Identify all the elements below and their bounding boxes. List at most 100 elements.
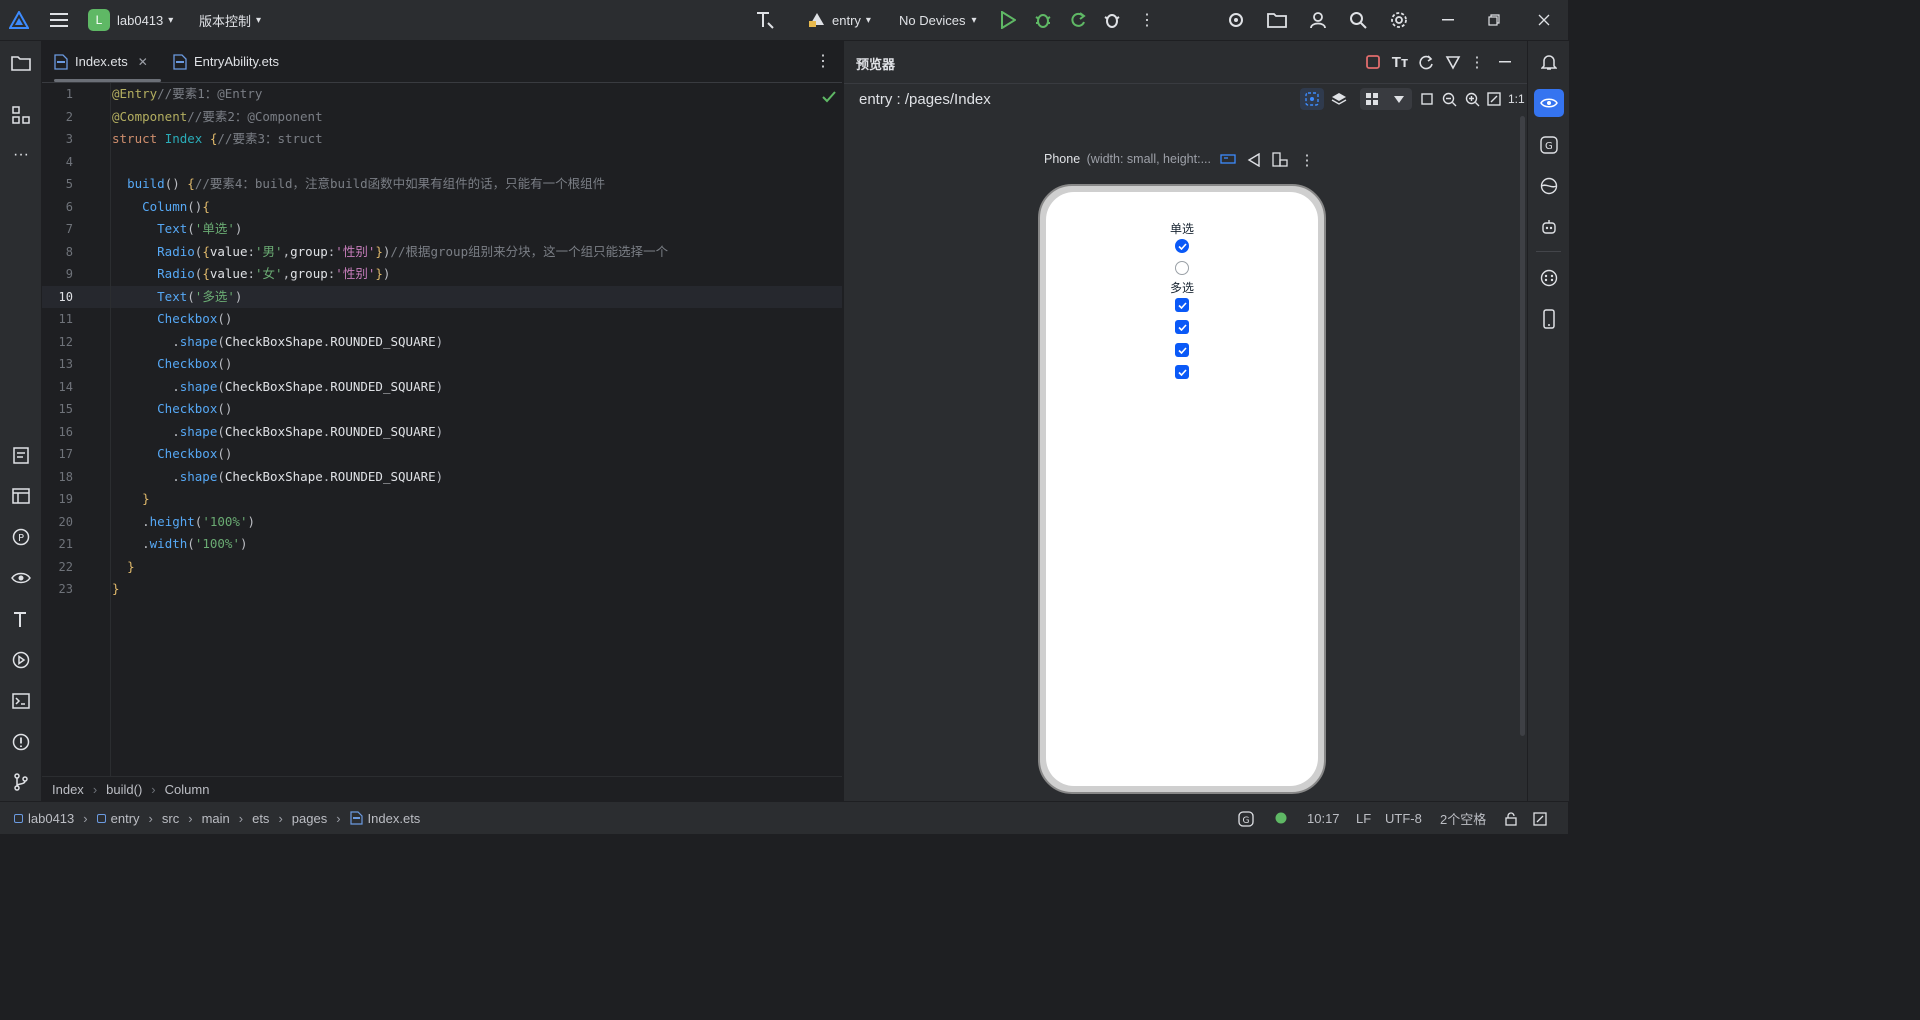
tab-options-icon[interactable]: ⋮ [814, 51, 832, 71]
device-selector[interactable]: No Devices ▾ [899, 0, 977, 40]
close-tab-icon[interactable]: ✕ [138, 55, 148, 69]
checkbox-4[interactable] [1175, 365, 1189, 379]
close-window-icon[interactable] [1534, 10, 1554, 30]
project-view-folder-icon[interactable] [10, 53, 32, 73]
refresh-preview-icon[interactable] [1416, 52, 1436, 72]
debug-icon[interactable] [1033, 10, 1053, 30]
fit-screen-icon[interactable] [1417, 88, 1437, 110]
tab-index-ets[interactable]: Index.ets ✕ [54, 41, 148, 82]
line-separator[interactable]: LF [1356, 802, 1371, 834]
search-icon[interactable] [1348, 10, 1368, 30]
todo-icon[interactable] [10, 445, 32, 465]
path-item[interactable]: Index.ets [368, 811, 421, 826]
code-line[interactable]: @Component//要素2：@Component [112, 106, 323, 128]
device-options-icon[interactable]: ⋮ [1300, 151, 1315, 169]
git-branch-icon[interactable] [10, 772, 32, 792]
apply-changes-icon[interactable] [1068, 10, 1088, 30]
assistant-robot-icon[interactable] [1538, 216, 1560, 238]
checkbox-2[interactable] [1175, 320, 1189, 334]
path-item[interactable]: pages [292, 811, 327, 826]
inspector-icon[interactable] [1443, 52, 1463, 72]
preview-scrollbar[interactable] [1520, 116, 1525, 736]
rotate-device-icon[interactable] [1270, 151, 1290, 169]
minimize-window-icon[interactable] [1438, 10, 1458, 30]
code-line[interactable]: .shape(CheckBoxShape.ROUNDED_SQUARE) [112, 376, 443, 398]
device-manager-icon[interactable] [1226, 10, 1246, 30]
stop-preview-icon[interactable] [1364, 53, 1382, 71]
actual-size-icon[interactable] [1484, 88, 1504, 110]
layout-inspector-icon[interactable] [10, 486, 32, 506]
breadcrumb-item[interactable]: build() [106, 782, 142, 797]
back-triangle-icon[interactable] [1244, 151, 1264, 169]
code-line[interactable]: Checkbox() [112, 308, 232, 330]
preview-eye-icon[interactable] [10, 568, 32, 588]
run-tool-icon[interactable] [10, 650, 32, 670]
project-folder-icon[interactable] [1266, 10, 1288, 30]
previewer-toggle[interactable] [1534, 89, 1564, 117]
path-item[interactable]: lab0413 [28, 811, 74, 826]
previewer-options-icon[interactable]: ⋮ [1470, 52, 1485, 72]
path-item[interactable]: entry [111, 811, 140, 826]
build-tool-icon[interactable] [10, 609, 32, 629]
codegenie-icon[interactable]: G [1538, 134, 1560, 156]
zoom-in-icon[interactable] [1462, 88, 1482, 110]
breadcrumb-item[interactable]: Index [52, 782, 84, 797]
notifications-bell-icon[interactable] [1538, 51, 1560, 73]
problems-icon[interactable] [10, 732, 32, 752]
zoom-out-icon[interactable] [1439, 88, 1459, 110]
build-hammer-icon[interactable] [753, 9, 777, 31]
memory-indicator-icon[interactable] [1532, 811, 1548, 827]
code-line[interactable]: Checkbox() [112, 443, 232, 465]
component-tree-toggle[interactable] [1300, 88, 1324, 110]
path-item[interactable]: src [162, 811, 179, 826]
code-line[interactable]: build() {//要素4：build，注意build函数中如果有组件的话，只… [112, 173, 605, 195]
code-line[interactable]: .shape(CheckBoxShape.ROUNDED_SQUARE) [112, 421, 443, 443]
lock-icon[interactable] [1503, 811, 1519, 827]
code-line[interactable]: Checkbox() [112, 398, 232, 420]
code-line[interactable]: .shape(CheckBoxShape.ROUNDED_SQUARE) [112, 331, 443, 353]
multi-device-selector[interactable] [1360, 88, 1412, 110]
code-line[interactable]: } [112, 556, 135, 578]
code-line[interactable]: Radio({value:'男',group:'性别'})//根据group组别… [112, 241, 668, 263]
path-item[interactable]: main [202, 811, 230, 826]
plugin-dots-icon[interactable] [1538, 267, 1560, 289]
code-line[interactable]: Text('单选') [112, 218, 242, 240]
structure-icon[interactable] [10, 105, 32, 125]
tab-entryability-ets[interactable]: EntryAbility.ets [173, 41, 279, 82]
checkbox-1[interactable] [1175, 298, 1189, 312]
code-line[interactable]: .height('100%') [112, 511, 255, 533]
code-line[interactable]: .shape(CheckBoxShape.ROUNDED_SQUARE) [112, 466, 443, 488]
font-size-icon[interactable]: Tт [1389, 52, 1411, 72]
module-selector[interactable]: entry ▾ [808, 0, 871, 40]
profiler-icon[interactable]: P [10, 527, 32, 547]
zoom-level[interactable]: 1:1 [1508, 92, 1525, 106]
breadcrumb-item[interactable]: Column [165, 782, 210, 797]
terminal-icon[interactable] [10, 691, 32, 711]
file-encoding[interactable]: UTF-8 [1385, 802, 1422, 834]
radio-female[interactable] [1175, 261, 1189, 275]
more-actions-icon[interactable]: ⋮ [1138, 10, 1156, 30]
code-line[interactable]: } [112, 488, 150, 510]
account-icon[interactable] [1308, 10, 1328, 30]
code-line[interactable]: Text('多选') [112, 286, 242, 308]
code-line[interactable]: struct Index {//要素3：struct [112, 128, 323, 150]
code-line[interactable]: @Entry//要素1：@Entry [112, 83, 262, 105]
code-line[interactable]: Column(){ [112, 196, 210, 218]
attach-debugger-icon[interactable] [1102, 10, 1122, 30]
caret-position[interactable]: 10:17 [1307, 802, 1340, 834]
hide-panel-icon[interactable] [1496, 52, 1514, 72]
vcs-menu[interactable]: 版本控制 ▾ [199, 0, 261, 40]
device-phone-icon[interactable] [1538, 308, 1560, 330]
indent-setting[interactable]: 2个空格 [1440, 802, 1486, 834]
layers-icon[interactable] [1328, 88, 1350, 110]
restore-window-icon[interactable] [1484, 10, 1504, 30]
project-selector[interactable]: L lab0413 ▾ [88, 0, 173, 40]
run-icon[interactable] [998, 10, 1018, 30]
code-line[interactable]: Checkbox() [112, 353, 232, 375]
device-type-icon[interactable] [1218, 151, 1238, 167]
path-item[interactable]: ets [252, 811, 269, 826]
code-line[interactable]: } [112, 578, 120, 600]
code-line[interactable]: .width('100%') [112, 533, 247, 555]
checkbox-3[interactable] [1175, 343, 1189, 357]
main-menu-icon[interactable] [48, 10, 70, 30]
